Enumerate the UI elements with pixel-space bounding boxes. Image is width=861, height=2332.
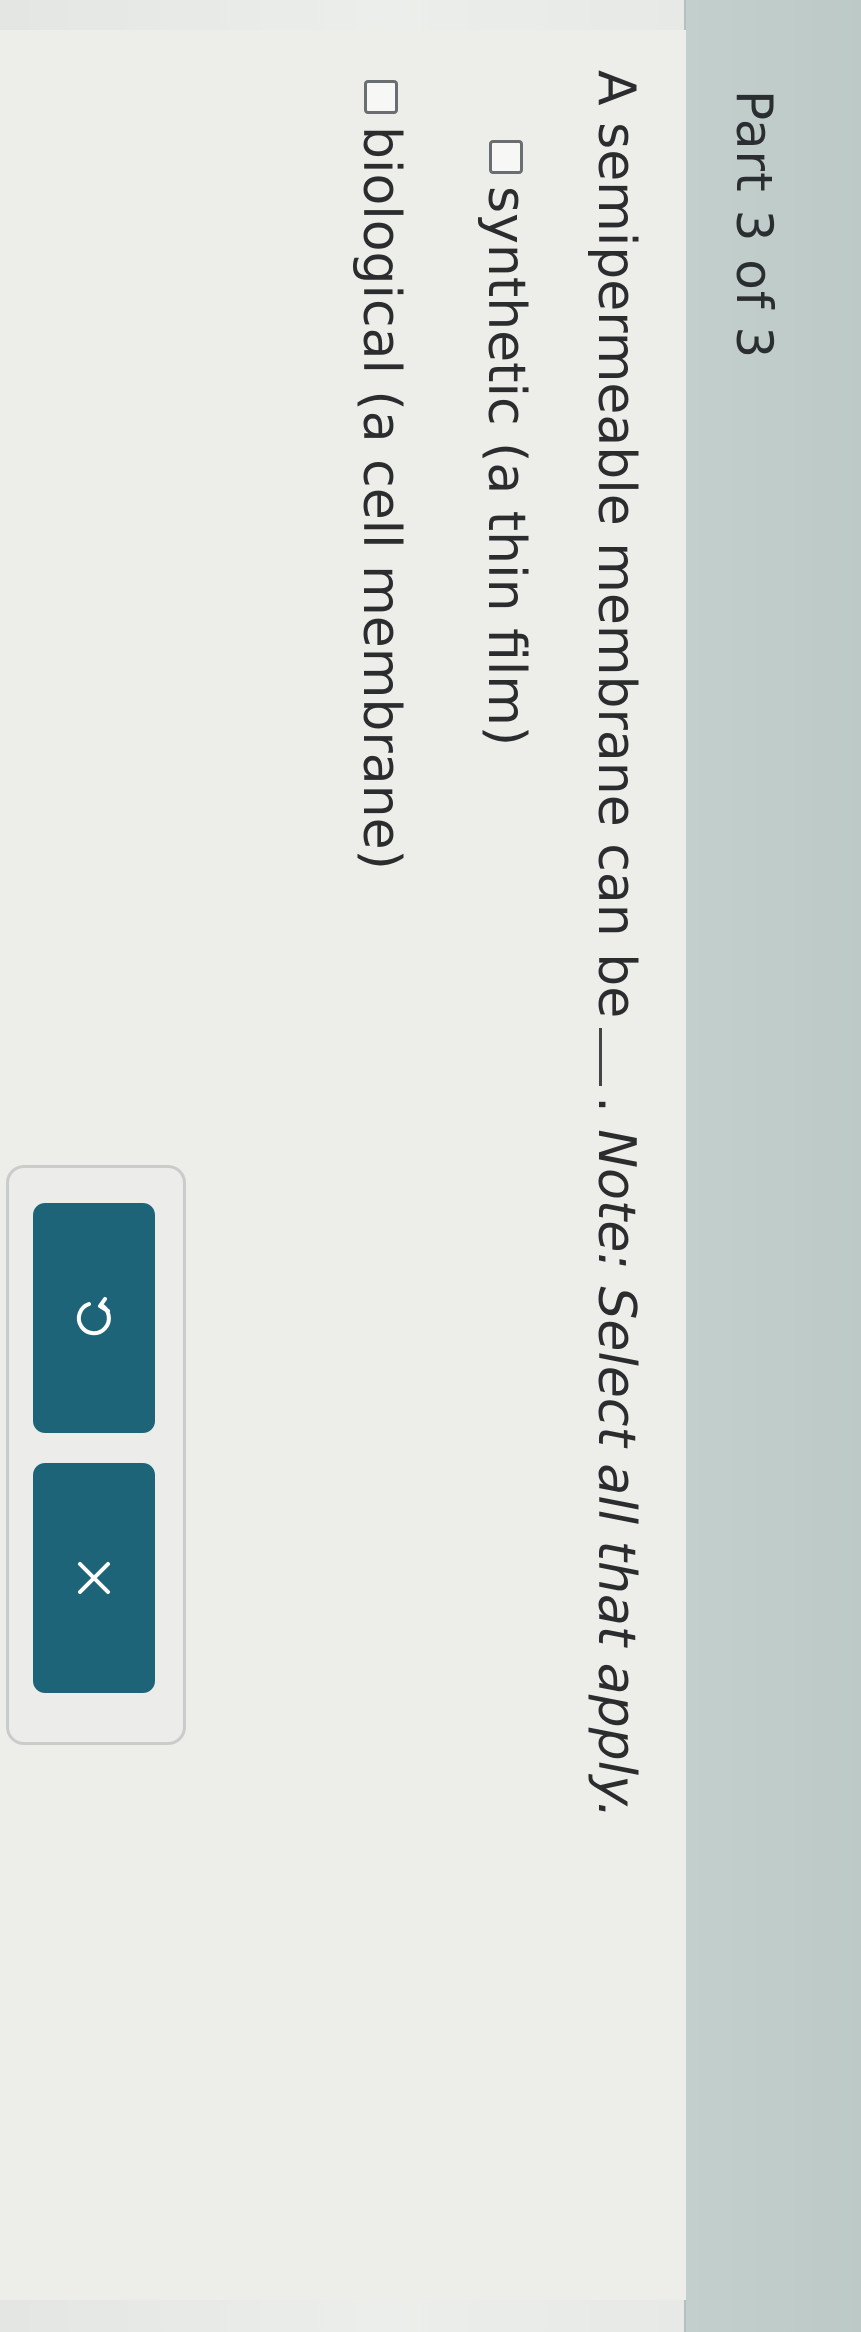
undo-button[interactable] xyxy=(33,1203,155,1433)
rotated-content: Part 3 of 3 A semipermeable membrane can… xyxy=(0,0,861,2332)
answer-blank xyxy=(599,1028,602,1087)
undo-icon xyxy=(76,1297,111,1336)
question-note: Note: Select all that apply. xyxy=(586,1129,646,1819)
option-synthetic[interactable]: synthetic (a thin film) xyxy=(476,140,536,746)
checkbox-synthetic[interactable] xyxy=(489,140,523,174)
clear-button[interactable] xyxy=(33,1463,155,1693)
part-header: Part 3 of 3 xyxy=(684,0,861,2332)
close-icon xyxy=(78,1562,110,1594)
question-suffix: . xyxy=(586,1096,646,1113)
part-label: Part 3 of 3 xyxy=(725,90,783,360)
question-prefix: A semipermeable membrane can be xyxy=(586,70,646,1019)
question-text: A semipermeable membrane can be. Note: S… xyxy=(586,70,646,1818)
screen: Part 3 of 3 A semipermeable membrane can… xyxy=(0,0,861,2332)
option-biological[interactable]: biological (a cell membrane) xyxy=(351,80,411,870)
checkbox-biological[interactable] xyxy=(364,80,398,114)
option-label: synthetic (a thin film) xyxy=(476,186,536,747)
option-label: biological (a cell membrane) xyxy=(351,126,411,870)
question-card: A semipermeable membrane can be. Note: S… xyxy=(0,30,686,2300)
action-panel xyxy=(6,1165,186,1745)
